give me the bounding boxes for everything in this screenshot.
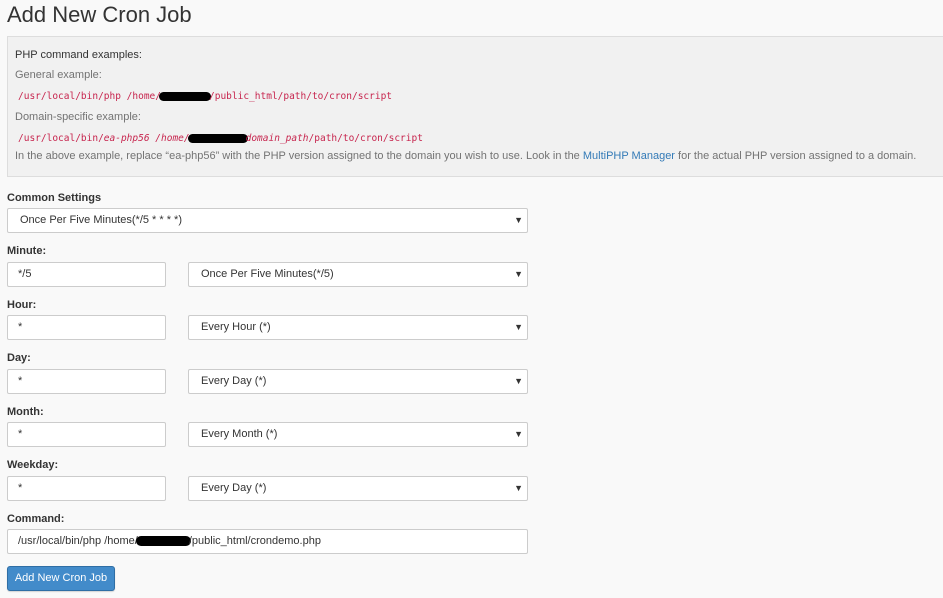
dropdown-caret-icon: ▼ <box>514 376 523 386</box>
command-value-suffix: /public_html/crondemo.php <box>188 535 321 547</box>
multiphp-manager-link[interactable]: MultiPHP Manager <box>583 150 675 162</box>
php-version-note: In the above example, replace “ea-php56”… <box>15 150 916 162</box>
command-label: Command: <box>7 513 65 525</box>
day-select[interactable]: Every Day (*) ▼ <box>188 369 528 394</box>
weekday-select[interactable]: Every Day (*) ▼ <box>188 476 528 501</box>
redacted-username <box>187 134 248 143</box>
php-examples-panel: PHP command examples: General example: /… <box>7 36 943 177</box>
dropdown-caret-icon: ▼ <box>514 429 523 439</box>
month-select[interactable]: Every Month (*) ▼ <box>188 422 528 447</box>
general-code-suffix: /public_html/path/to/cron/script <box>209 91 393 102</box>
month-selected: Every Month (*) <box>201 428 278 440</box>
domain-example-label: Domain-specific example: <box>15 111 141 123</box>
domain-example-code: /usr/local/bin/ea-php56 /home/domain_pat… <box>18 133 423 144</box>
hour-select[interactable]: Every Hour (*) ▼ <box>188 315 528 340</box>
general-example-code: /usr/local/bin/php /home/ /public_html/pa… <box>18 91 392 102</box>
weekday-input[interactable]: * <box>7 476 166 501</box>
dropdown-caret-icon: ▼ <box>514 322 523 332</box>
minute-select[interactable]: Once Per Five Minutes(*/5) ▼ <box>188 262 528 287</box>
domain-code-prefix: /usr/local/bin/ <box>18 133 104 144</box>
common-settings-selected: Once Per Five Minutes(*/5 * * * *) <box>20 214 183 226</box>
general-code-prefix: /usr/local/bin/php /home/ <box>18 91 161 102</box>
note-text-after: for the actual PHP version assigned to a… <box>674 150 917 162</box>
hour-input[interactable]: * <box>7 315 166 340</box>
minute-input[interactable]: */5 <box>7 262 166 287</box>
weekday-selected: Every Day (*) <box>201 482 267 494</box>
note-text-before: In the above example, replace “ea-php56”… <box>15 150 583 162</box>
command-input[interactable]: /usr/local/bin/php /home/ /public_html/cr… <box>7 529 528 554</box>
cron-job-page: Add New Cron Job PHP command examples: G… <box>0 0 943 598</box>
domain-code-php: ea-php56 <box>103 133 150 144</box>
day-label: Day: <box>7 352 31 364</box>
dropdown-caret-icon: ▼ <box>514 483 523 493</box>
hour-label: Hour: <box>7 299 37 311</box>
dropdown-caret-icon: ▼ <box>514 215 523 225</box>
dropdown-caret-icon: ▼ <box>514 269 523 279</box>
day-input[interactable]: * <box>7 369 166 394</box>
minute-label: Minute: <box>7 245 47 257</box>
month-input[interactable]: * <box>7 422 166 447</box>
add-new-cron-job-button[interactable]: Add New Cron Job <box>7 566 115 591</box>
domain-code-path: domain_path <box>245 133 309 144</box>
weekday-label: Weekday: <box>7 459 59 471</box>
minute-selected: Once Per Five Minutes(*/5) <box>201 268 334 280</box>
examples-heading: PHP command examples: <box>15 49 142 61</box>
month-label: Month: <box>7 406 44 418</box>
common-settings-label: Common Settings <box>7 192 102 204</box>
hour-selected: Every Hour (*) <box>201 321 271 333</box>
general-example-label: General example: <box>15 69 102 81</box>
domain-code-suffix: /path/to/cron/script <box>308 133 423 144</box>
page-title: Add New Cron Job <box>7 2 192 27</box>
redacted-username <box>135 536 191 547</box>
day-selected: Every Day (*) <box>201 375 267 387</box>
domain-code-home: /home/ <box>149 133 190 144</box>
redacted-username <box>159 92 211 101</box>
common-settings-select[interactable]: Once Per Five Minutes(*/5 * * * *) ▼ <box>7 208 528 233</box>
command-value-prefix: /usr/local/bin/php /home/ <box>18 535 138 547</box>
